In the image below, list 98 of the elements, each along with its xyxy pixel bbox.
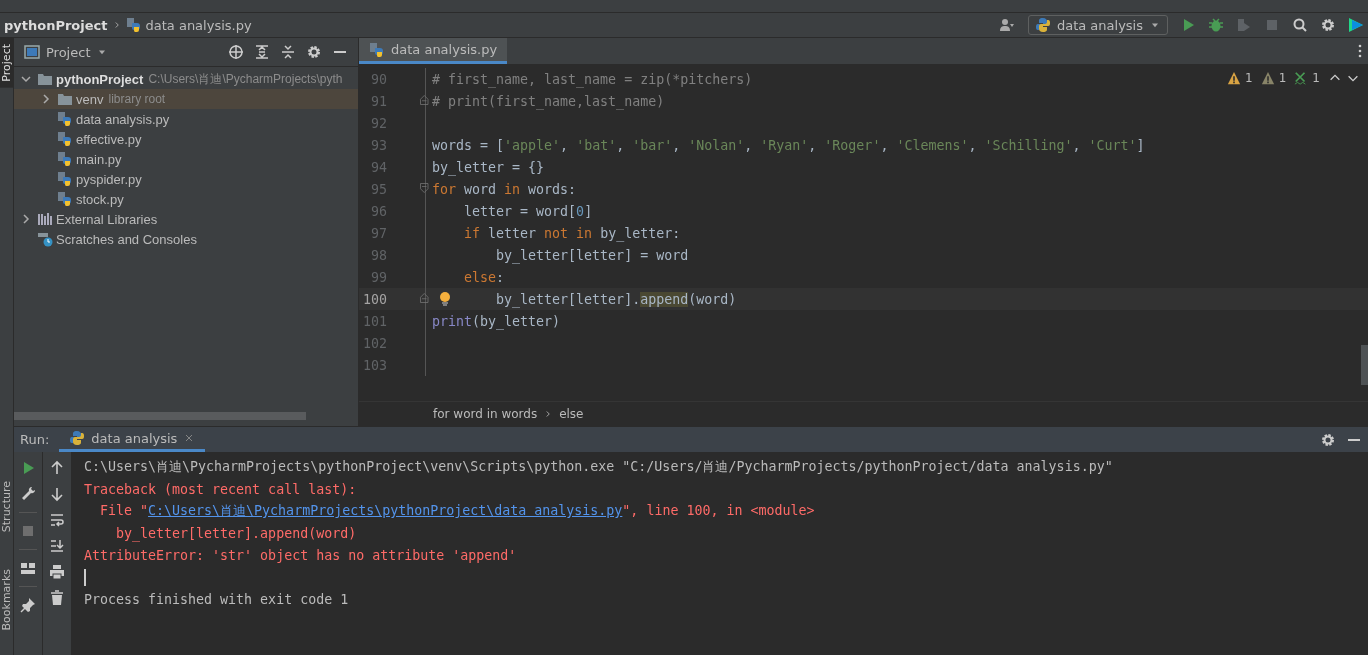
python-file-icon	[369, 41, 385, 58]
file-link[interactable]: C:\Users\肖迪\PycharmProjects\pythonProject\data analysis.py	[148, 503, 623, 518]
warning-icon[interactable]	[1260, 71, 1275, 85]
search-icon[interactable]	[1292, 17, 1308, 33]
python-icon	[1034, 17, 1051, 33]
code-line: by_letter[letter].append(word)	[495, 291, 737, 307]
scrollbar[interactable]	[1361, 345, 1368, 385]
scrollbar[interactable]	[14, 412, 306, 420]
line-number: 101	[361, 313, 388, 329]
code-line: by_letter[letter] = word	[495, 247, 689, 263]
settings-icon[interactable]	[1320, 17, 1336, 33]
breadcrumb-item[interactable]: data analysis.py	[145, 17, 252, 33]
line-number: 94	[370, 159, 388, 175]
breadcrumb-item[interactable]: pythonProject	[4, 17, 108, 33]
settings-icon[interactable]	[306, 44, 322, 60]
pin-icon[interactable]	[20, 597, 36, 613]
print-icon[interactable]	[49, 564, 65, 580]
console-line: Traceback (most recent call last):	[84, 481, 357, 497]
side-tab[interactable]: Structure	[0, 475, 13, 539]
python-file-icon	[57, 171, 73, 187]
line-number: 92	[370, 115, 388, 131]
console-line: File "C:\Users\肖迪\PycharmProjects\pythonProject\data analysis.py", line 100, in <module>	[99, 502, 815, 520]
line-number: 90	[370, 71, 388, 87]
folder-icon	[57, 91, 73, 107]
wrench-icon[interactable]	[20, 486, 36, 502]
panel-title[interactable]: Project	[46, 44, 91, 60]
editor-tab[interactable]: data analysis.py	[359, 38, 508, 64]
breadcrumb-item[interactable]: else	[559, 407, 584, 421]
expand-all-icon[interactable]	[254, 44, 270, 60]
down-arrow-icon[interactable]	[49, 486, 65, 502]
python-file-icon	[57, 111, 73, 127]
python-icon	[69, 430, 86, 446]
user-icon[interactable]	[997, 17, 1016, 33]
library-icon	[37, 211, 53, 227]
logo-icon[interactable]	[1348, 17, 1364, 33]
line-number: 91	[370, 93, 388, 109]
locate-icon[interactable]	[228, 44, 244, 60]
inspection-count: 1	[1278, 71, 1287, 85]
side-tab[interactable]: Project	[0, 38, 13, 88]
line-number: 93	[370, 137, 388, 153]
scratch-icon	[37, 231, 53, 247]
tree-item[interactable]: main.py	[14, 149, 358, 169]
run-config-dropdown[interactable]: data analysis	[1027, 15, 1168, 35]
layout-icon[interactable]	[20, 560, 36, 576]
python-file-icon	[57, 191, 73, 207]
console-line: by_letter[letter].append(word)	[115, 525, 357, 541]
code-line: words = ['apple', 'bat', 'bar', 'Nolan', 'Ryan', 'Roger', 'Clemens', 'Schilling', 'Curt']	[432, 137, 1145, 153]
lightbulb-icon[interactable]	[437, 290, 453, 308]
tree-item[interactable]: data analysis.py	[14, 109, 358, 129]
code-line: else:	[463, 269, 505, 285]
breadcrumb-item[interactable]: for word in words	[433, 407, 538, 421]
up-arrow-icon[interactable]	[49, 460, 65, 476]
fold-icon[interactable]	[419, 182, 431, 194]
warning-icon[interactable]	[1227, 71, 1242, 85]
code-line: by_letter = {}	[432, 159, 545, 175]
console-line: Process finished with exit code 1	[84, 591, 349, 607]
python-file-icon	[57, 131, 73, 147]
panel-icon	[24, 44, 40, 60]
debug-icon[interactable]	[1208, 17, 1224, 33]
line-number: 97	[370, 225, 388, 241]
side-tab[interactable]: Bookmarks	[0, 562, 13, 636]
code-line: # print(first_name,last_name)	[432, 93, 665, 109]
tree-item[interactable]: stock.py	[14, 189, 358, 209]
console-line: AttributeError: 'str' object has no attribute 'append'	[84, 547, 517, 563]
tree-item[interactable]: effective.py	[14, 129, 358, 149]
panel-title: Run:	[20, 432, 50, 447]
code-line: if letter not in by_letter:	[463, 225, 681, 241]
line-number: 103	[361, 357, 388, 373]
code-line: print(by_letter)	[432, 313, 561, 329]
inspection-count: 1	[1245, 71, 1253, 85]
line-number: 95	[370, 181, 388, 197]
line-number: 99	[370, 269, 388, 285]
line-number: 100	[361, 291, 388, 307]
line-number: 98	[370, 247, 388, 263]
settings-icon[interactable]	[1320, 431, 1336, 448]
python-file-icon	[57, 151, 73, 167]
soft-wrap-icon[interactable]	[49, 512, 65, 528]
scroll-to-end-icon[interactable]	[49, 538, 65, 554]
text-cursor	[84, 568, 86, 586]
tree-item[interactable]: External Libraries	[14, 209, 358, 229]
tree-item[interactable]: pythonProject C:\Users\肖迪\PycharmProjects\pyth	[14, 69, 358, 89]
line-number: 102	[361, 335, 388, 351]
folder-icon	[37, 71, 53, 87]
line-number: 96	[370, 203, 388, 219]
python-file-icon	[125, 17, 142, 33]
code-line: letter = word[0]	[463, 203, 593, 219]
tree-item[interactable]: venv library root	[14, 89, 358, 109]
fold-icon[interactable]	[419, 94, 431, 106]
tree-item[interactable]: pyspider.py	[14, 169, 358, 189]
trash-icon[interactable]	[49, 590, 65, 606]
path-hint: library root	[108, 92, 166, 106]
code-line: # first_name, last_name = zip(*pitchers)	[432, 71, 753, 87]
code-line: for word in words:	[432, 181, 577, 197]
path-hint: C:\Users\肖迪\PycharmProjects\pyth	[148, 70, 343, 88]
console-line: C:\Users\肖迪\PycharmProjects\pythonProject\venv\Scripts\python.exe "C:/Users/肖迪/PycharmProjects/pythonProject/data analysis.py"	[84, 458, 1113, 476]
collapse-all-icon[interactable]	[280, 44, 296, 60]
inspection-count: 1	[1312, 71, 1320, 85]
tree-item[interactable]: Scratches and Consoles	[14, 229, 358, 249]
